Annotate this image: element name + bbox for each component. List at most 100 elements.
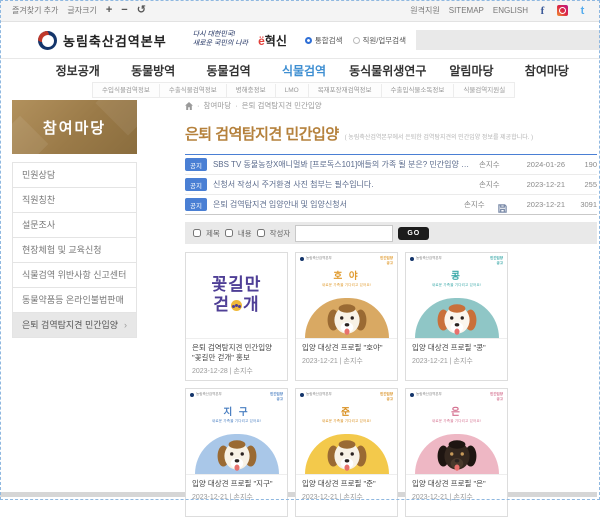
sub-nav: 수입식물검역정보 수출식물검역정보 병해충정보 LMO 목재포장재검역정보 수출… [92, 82, 515, 98]
card-title: 은퇴 검역탐지견 민간입양 "꽃길만 걷개" 홍보 [192, 343, 281, 363]
sidebar-item-retired-dog-adoption[interactable]: 은퇴 검역탐지견 민간입양 › [13, 313, 136, 338]
card-meta: 2023-12-28 | 손지수 [192, 366, 281, 376]
subnav-wood-packaging[interactable]: 목재포장재검역정보 [309, 84, 382, 97]
notice-badge: 공지 [185, 158, 207, 171]
poster-dog-hoya: 농림축산검역본부 민간입양공고 호 야 새로운 가족을 기다리고 있어요! [296, 253, 397, 339]
add-favorites-button[interactable]: 즐겨찾기 추가 [12, 5, 58, 16]
radio-selected-icon [305, 37, 312, 44]
instagram-icon[interactable] [557, 5, 568, 16]
poster-subtitle: 새로운 가족을 기다리고 있어요! [300, 283, 393, 288]
subnav-support[interactable]: 식물검역지원실 [454, 84, 514, 97]
radio-unselected-icon [353, 37, 360, 44]
agency-mini-logo-icon [410, 257, 414, 261]
sidebar-item-field-education[interactable]: 현장체험 및 교육신청 [13, 238, 136, 263]
poster-badge: 민간입양공고 [270, 392, 283, 402]
notice-board: 공지 SBS TV 동물농장X애니멀봐 [프로독스101]애들의 가족 될 분은… [185, 154, 597, 215]
home-icon[interactable] [185, 102, 193, 110]
sidebar-item-survey[interactable]: 설문조사 [13, 213, 136, 238]
nav-item-notice[interactable]: 알림마당 [434, 62, 509, 79]
card-dog-kong[interactable]: 농림축산검역본부 민간입양공고 콩 새로운 가족을 기다리고 있어요! 입양 [405, 252, 508, 381]
checkbox-title[interactable] [193, 229, 201, 237]
sitemap-link[interactable]: SITEMAP [449, 6, 484, 15]
chevron-right-icon: › [124, 313, 127, 337]
agency-mini-logo-icon [410, 393, 414, 397]
card-title: 입양 대상견 프로필 "은" [412, 479, 501, 489]
poster-dog-kong: 농림축산검역본부 민간입양공고 콩 새로운 가족을 기다리고 있어요! [406, 253, 507, 339]
global-nav: 정보공개 동물방역 동물검역 식물검역 동식물위생연구 알림마당 참여마당 기관… [0, 58, 600, 82]
poster-subtitle: 새로운 가족을 기다리고 있어요! [300, 419, 393, 424]
remote-support-link[interactable]: 원격지원 [410, 5, 439, 16]
card-dog-eun[interactable]: 농림축산검역본부 민간입양공고 은 새로운 가족을 기다리고 있어요! 입양 [405, 388, 508, 517]
nav-item-animal-prevention[interactable]: 동물방역 [115, 62, 190, 79]
nav-item-participation[interactable]: 참여마당 [509, 62, 584, 79]
radio-total-search[interactable]: 통합검색 [305, 35, 343, 46]
agency-mini-logo-icon [300, 393, 304, 397]
subnav-disinfection[interactable]: 수출입식물소독정보 [382, 84, 455, 97]
checkbox-content-label: 내용 [238, 228, 252, 239]
board-row-title[interactable]: SBS TV 동물농장X애니멀봐 [프로독스101]애들의 가족 될 분은? 민… [213, 159, 473, 170]
poster-subtitle: 새로운 가족을 기다리고 있어요! [410, 419, 503, 424]
subnav-import-plant[interactable]: 수입식물검역정보 [93, 84, 160, 97]
subnav-pest-info[interactable]: 병해충정보 [227, 84, 276, 97]
font-decrease-button[interactable]: − [121, 5, 127, 16]
board-row[interactable]: 공지 은퇴 검역탐지견 입양안내 및 입양신청서 손지수 2023-12-21 … [185, 195, 597, 215]
dog-illustration-icon [436, 437, 478, 473]
poster-dog-name: 은 [410, 404, 503, 418]
poster-dog-name: 준 [300, 404, 393, 418]
twitter-icon[interactable]: t [577, 5, 588, 16]
page-note: ( 농림축산검역본부에서 은퇴한 검역탐지견의 민간입양 정보를 제공합니다. … [345, 132, 533, 141]
sidebar-item-praise[interactable]: 직원칭찬 [13, 188, 136, 213]
poster-dog-name: 콩 [410, 268, 503, 282]
nav-item-animal-quarantine[interactable]: 동물검역 [191, 62, 266, 79]
card-title: 입양 대상견 프로필 "호야" [302, 343, 391, 353]
board-row[interactable]: 공지 신청서 작성시 주거환경 사진 첨부는 필수입니다. 손지수 2023-1… [185, 175, 597, 195]
card-dog-jigu[interactable]: 농림축산검역본부 민간입양공고 지 구 새로운 가족을 기다리고 있어요! 입 [185, 388, 288, 517]
attachment-file-icon [498, 200, 507, 209]
subnav-lmo[interactable]: LMO [276, 84, 309, 97]
card-title: 입양 대상견 프로필 "지구" [192, 479, 281, 489]
go-button[interactable]: GO [398, 227, 429, 240]
board-row-date: 2023-12-21 [513, 200, 565, 209]
checkbox-content[interactable] [225, 229, 233, 237]
poster-badge: 민간입양공고 [380, 256, 393, 266]
government-slogan: 다시 대한민국! 새로운 국민의 나라 [193, 31, 248, 49]
poster-dog-name: 호 야 [300, 268, 393, 282]
nav-item-about[interactable]: 기관소개 [585, 62, 600, 79]
facebook-icon[interactable]: f [537, 5, 548, 16]
card-meta: 2023-12-21 | 손지수 [192, 492, 281, 502]
nav-item-plant-quarantine[interactable]: 식물검역 [266, 62, 341, 79]
font-reset-icon[interactable]: ↺ [137, 5, 146, 16]
breadcrumb-level1[interactable]: 참여마당 [204, 100, 232, 111]
agency-logo[interactable]: 농림축산검역본부 [38, 31, 167, 50]
english-link[interactable]: ENGLISH [493, 6, 528, 15]
card-dog-jun[interactable]: 농림축산검역본부 민간입양공고 준 새로운 가족을 기다리고 있어요! 입양 [295, 388, 398, 517]
nav-item-research[interactable]: 동식물위생연구 [342, 62, 434, 79]
board-search-input[interactable] [295, 225, 393, 242]
sidebar-item-complaint[interactable]: 민원상담 [13, 163, 136, 188]
checkbox-author[interactable] [257, 229, 265, 237]
innovation-logo: ё혁신 [258, 32, 287, 49]
font-increase-button[interactable]: + [106, 5, 112, 16]
card-dog-hoya[interactable]: 농림축산검역본부 민간입양공고 호 야 새로운 가족을 기다리고 있어요! 입 [295, 252, 398, 381]
board-row[interactable]: 공지 SBS TV 동물농장X애니멀봐 [프로독스101]애들의 가족 될 분은… [185, 155, 597, 175]
notice-badge: 공지 [185, 178, 207, 191]
sidebar-item-violation-report[interactable]: 식물검역 위반사항 신고센터 [13, 263, 136, 288]
card-flower-road-promo[interactable]: 꽃길만 걷 개 은퇴 검역탐지견 민간입양 "꽃길만 걷개" 홍보 2023-1… [185, 252, 288, 381]
notice-badge: 공지 [185, 198, 207, 211]
subnav-export-plant[interactable]: 수출식물검역정보 [160, 84, 227, 97]
header-search-input[interactable] [416, 30, 600, 50]
checkbox-title-label: 제목 [206, 228, 220, 239]
radio-staff-search[interactable]: 직원/업무검색 [353, 35, 406, 46]
agency-mini-logo-icon [190, 393, 194, 397]
poster-badge: 민간입양공고 [490, 392, 503, 402]
board-row-title[interactable]: 신청서 작성시 주거환경 사진 첨부는 필수입니다. [213, 179, 473, 190]
board-row-views: 3091 [571, 200, 597, 209]
board-row-title[interactable]: 은퇴 검역탐지견 입양안내 및 입양신청서 [213, 199, 458, 210]
card-meta: 2023-12-21 | 손지수 [302, 492, 391, 502]
sidebar-item-illegal-sale[interactable]: 동물약품등 온라인불법판매 [13, 288, 136, 313]
board-row-date: 2023-12-21 [513, 180, 565, 189]
dog-illustration-icon [216, 437, 258, 473]
font-size-label: 글자크기 [67, 5, 96, 16]
nav-item-info[interactable]: 정보공개 [40, 62, 115, 79]
main-content: · 참여마당 · 은퇴 검역탐지견 민간입양 은퇴 검역탐지견 민간입양 ( 농… [185, 100, 597, 517]
